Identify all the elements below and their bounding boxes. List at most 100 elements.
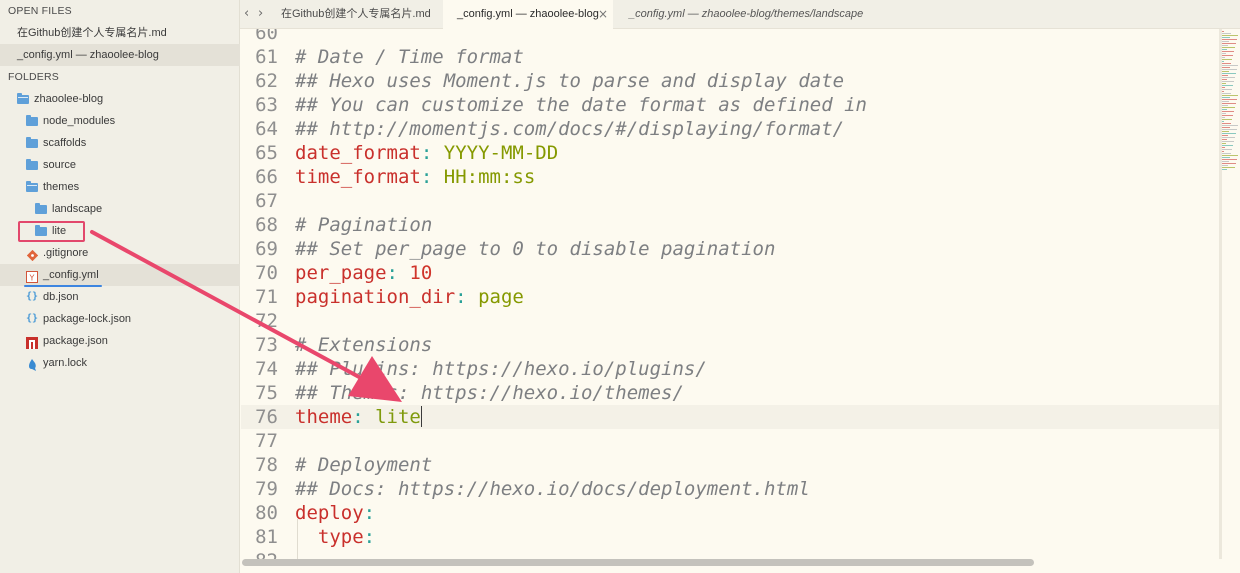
code-line[interactable]: 79 ## Docs: https://hexo.io/docs/deployme… <box>241 477 1220 501</box>
tree-item-zhaoolee-blog[interactable]: zhaoolee-blog <box>0 88 240 110</box>
yaml-value: YYYY-MM-DD <box>443 142 559 164</box>
code-text: pagination_dir: page <box>295 285 524 309</box>
code-line[interactable]: 75 ## Themes: https://hexo.io/themes/ <box>241 381 1220 405</box>
minimap-line <box>1220 137 1235 138</box>
code-line[interactable]: 76 theme: lite <box>241 405 1220 429</box>
code-line[interactable]: 69 ## Set per_page to 0 to disable pagina… <box>241 237 1220 261</box>
yaml-colon: : <box>455 286 467 308</box>
code-text: type: <box>295 525 375 549</box>
tree-item-config-yml[interactable]: Y _config.yml <box>0 264 240 286</box>
yaml-key: date_format <box>295 142 421 164</box>
line-number: 61 <box>255 46 278 68</box>
tree-item-label: db.json <box>43 291 79 303</box>
tree-item-node-modules[interactable]: node_modules <box>0 110 240 132</box>
minimap-line <box>1220 95 1238 96</box>
tree-item-label: themes <box>43 181 80 193</box>
back-arrow-icon[interactable]: ‹ <box>244 6 249 21</box>
code-text: date_format: YYYY-MM-DD <box>295 141 558 165</box>
tab-github-md[interactable]: 在Github创建个人专属名片.md <box>272 0 440 29</box>
code-text: ## You can customize the date format as … <box>295 93 867 117</box>
folder-open-icon <box>26 181 38 193</box>
tree-item-themes[interactable]: themes <box>0 176 240 198</box>
code-line[interactable]: 66 time_format: HH:mm:ss <box>241 165 1220 189</box>
line-number: 62 <box>255 70 278 92</box>
code-line[interactable]: 68 # Pagination <box>241 213 1220 237</box>
minimap-line <box>1220 65 1238 66</box>
tab-config-yml-landscape[interactable]: _config.yml — zhaoolee-blog/themes/lands… <box>618 0 878 29</box>
vertical-scrollbar[interactable] <box>1219 29 1222 559</box>
minimap-line <box>1220 141 1234 142</box>
tree-item-source[interactable]: source <box>0 154 240 176</box>
tree-item-label: scaffolds <box>43 137 87 149</box>
horizontal-scrollbar-thumb[interactable] <box>242 559 1034 566</box>
line-number: 71 <box>255 286 278 308</box>
minimap-line <box>1220 163 1236 164</box>
code-line[interactable]: 64 ## http://momentjs.com/docs/#/displayi… <box>241 117 1220 141</box>
folder-icon <box>26 159 38 171</box>
code-text: ## http://momentjs.com/docs/#/displaying… <box>295 117 844 141</box>
code-line[interactable]: 65 date_format: YYYY-MM-DD <box>241 141 1220 165</box>
yaml-key: deploy <box>295 502 364 524</box>
tree-item-label: node_modules <box>43 115 116 127</box>
line-number: 73 <box>255 334 278 356</box>
config-yml-underline <box>24 285 102 287</box>
code-line[interactable]: 67 <box>241 189 1220 213</box>
tab-config-yml-active[interactable]: _config.yml — zhaoolee-blog × <box>443 0 613 29</box>
code-text: # Date / Time format <box>295 45 524 69</box>
code-text: time_format: HH:mm:ss <box>295 165 535 189</box>
tree-item-db-json[interactable]: {} db.json <box>0 286 240 308</box>
tree-item-package-json[interactable]: package.json <box>0 330 240 352</box>
tab-label: _config.yml — zhaoolee-blog <box>457 8 599 20</box>
yaml-colon: : <box>386 262 398 284</box>
code-line[interactable]: 73 # Extensions <box>241 333 1220 357</box>
code-line[interactable]: 78 # Deployment <box>241 453 1220 477</box>
code-line[interactable]: 82 <box>241 549 1220 559</box>
line-number: 66 <box>255 166 278 188</box>
yaml-key: type <box>295 526 364 548</box>
yaml-file-icon: Y <box>26 269 38 283</box>
code-line[interactable]: 71 pagination_dir: page <box>241 285 1220 309</box>
code-comment: ## Set per_page to 0 to disable paginati… <box>295 238 776 260</box>
line-number: 74 <box>255 358 278 380</box>
line-number: 65 <box>255 142 278 164</box>
code-line[interactable]: 61 # Date / Time format <box>241 45 1220 69</box>
code-comment: ## Themes: https://hexo.io/themes/ <box>295 382 684 404</box>
code-line[interactable]: 80 deploy: <box>241 501 1220 525</box>
open-file-item-active[interactable]: _config.yml — zhaoolee-blog <box>0 44 240 66</box>
sidebar: OPEN FILES 在Github创建个人专属名片.md _config.ym… <box>0 0 240 573</box>
open-file-item[interactable]: 在Github创建个人专属名片.md <box>0 22 240 44</box>
tree-item-label: _config.yml <box>43 269 99 281</box>
tree-item-landscape[interactable]: landscape <box>0 198 240 220</box>
line-number: 75 <box>255 382 278 404</box>
tree-item-yarn-lock[interactable]: yarn.lock <box>0 352 240 374</box>
minimap-line <box>1220 133 1236 134</box>
folder-icon <box>35 203 47 215</box>
code-comment: ## Plugins: https://hexo.io/plugins/ <box>295 358 707 380</box>
code-line[interactable]: 81 type: <box>241 525 1220 549</box>
yaml-colon: : <box>363 526 376 548</box>
indent-guide <box>297 519 298 559</box>
folder-icon <box>26 137 38 149</box>
code-line[interactable]: 77 <box>241 429 1220 453</box>
svg-text:Y: Y <box>29 274 35 283</box>
code-line[interactable]: 72 <box>241 309 1220 333</box>
line-number: 81 <box>255 526 278 548</box>
code-line[interactable]: 70 per_page: 10 <box>241 261 1220 285</box>
tab-label: 在Github创建个人专属名片.md <box>281 8 431 20</box>
tree-item-gitignore[interactable]: .gitignore <box>0 242 240 264</box>
line-number: 63 <box>255 94 278 116</box>
minimap-line <box>1220 159 1237 160</box>
minimap-line <box>1220 51 1234 52</box>
code-line[interactable]: 60 <box>241 29 1220 45</box>
close-icon[interactable]: × <box>598 0 608 29</box>
code-line[interactable]: 62 ## Hexo uses Moment.js to parse and di… <box>241 69 1220 93</box>
tree-item-package-lock-json[interactable]: {} package-lock.json <box>0 308 240 330</box>
code-line[interactable]: 74 ## Plugins: https://hexo.io/plugins/ <box>241 357 1220 381</box>
tree-item-scaffolds[interactable]: scaffolds <box>0 132 240 154</box>
code-editor[interactable]: 60 61 # Date / Time format 62 ## Hexo uses M… <box>241 29 1220 559</box>
code-text: ## Set per_page to 0 to disable paginati… <box>295 237 775 261</box>
forward-arrow-icon[interactable]: › <box>258 6 263 21</box>
code-text: theme: lite <box>295 405 422 429</box>
code-line[interactable]: 63 ## You can customize the date format a… <box>241 93 1220 117</box>
tree-item-label: landscape <box>52 203 103 215</box>
